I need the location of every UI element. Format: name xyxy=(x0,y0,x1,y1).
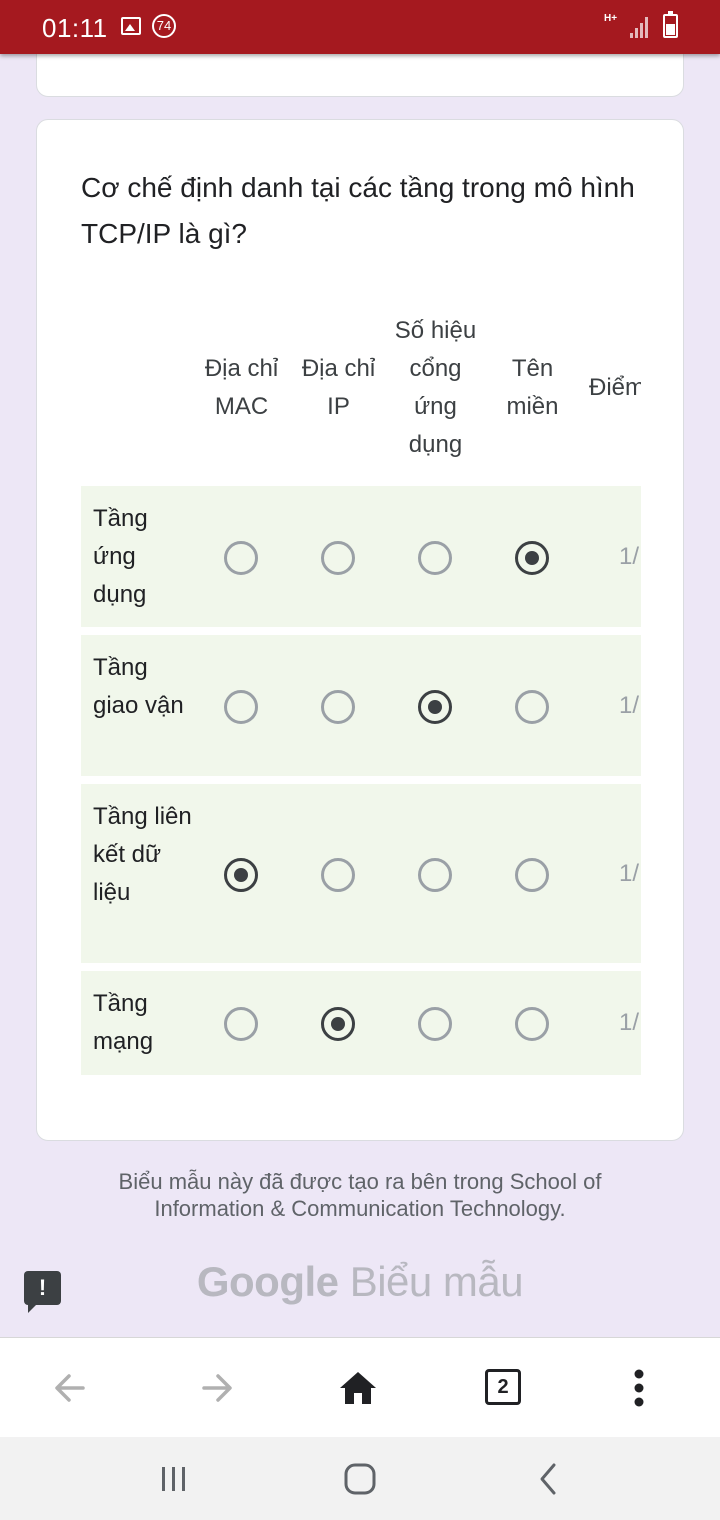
tab-count-button[interactable]: 2 xyxy=(485,1369,521,1405)
signal-strength-icon xyxy=(630,16,652,38)
column-header-ip: Địa chỉ IP xyxy=(301,355,376,420)
radio-application-domain[interactable] xyxy=(515,541,549,575)
radio-transport-port[interactable] xyxy=(418,690,452,724)
radio-application-mac[interactable] xyxy=(224,541,258,575)
grid-row-network: Tầng mạng 1/ xyxy=(81,971,641,1075)
radio-data-link-ip[interactable] xyxy=(321,858,355,892)
row-score: 1/ xyxy=(619,860,640,887)
grid-row-data-link: Tầng liên kết dữ liệu 1/ xyxy=(81,784,641,963)
radio-network-mac[interactable] xyxy=(224,1007,258,1041)
grid-question: Địa chỉ MAC Địa chỉ IP Số hiệu cổng ứng … xyxy=(81,290,641,1080)
column-header-domain: Tên miền xyxy=(506,355,559,420)
google-forms-logo[interactable]: Google Biểu mẫu xyxy=(0,1258,720,1306)
radio-transport-ip[interactable] xyxy=(321,690,355,724)
column-header-mac: Địa chỉ MAC xyxy=(204,355,279,420)
radio-data-link-port[interactable] xyxy=(418,858,452,892)
row-label: Tầng giao vận xyxy=(93,654,184,719)
form-footer-note: Biểu mẫu này đã được tạo ra bên trong Sc… xyxy=(118,1169,602,1221)
more-options-icon[interactable] xyxy=(614,1363,664,1413)
row-label: Tầng mạng xyxy=(93,990,154,1055)
row-score: 1/ xyxy=(619,692,640,719)
radio-network-ip[interactable] xyxy=(321,1007,355,1041)
row-score: 1/ xyxy=(619,1009,640,1036)
grid-row-application: Tầng ứng dụng 1/ xyxy=(81,486,641,627)
home-icon[interactable] xyxy=(333,1363,383,1413)
column-header-score: Điểm xyxy=(589,374,641,401)
forward-arrow-icon[interactable] xyxy=(192,1363,242,1413)
radio-transport-domain[interactable] xyxy=(515,690,549,724)
grid-row-transport: Tầng giao vận 1/ xyxy=(81,635,641,776)
status-time: 01:11 xyxy=(42,13,108,43)
system-nav-bar xyxy=(0,1437,720,1520)
question-title: Cơ chế định danh tại các tầng trong mô h… xyxy=(81,172,635,249)
system-back-icon[interactable] xyxy=(524,1457,572,1501)
radio-data-link-domain[interactable] xyxy=(515,858,549,892)
column-header-port: Số hiệu cổng ứng dụng xyxy=(394,317,477,458)
row-label: Tầng liên kết dữ liệu xyxy=(93,803,192,906)
battery-icon xyxy=(663,11,678,38)
gallery-notification-icon xyxy=(121,17,141,35)
recent-apps-icon[interactable] xyxy=(150,1459,198,1499)
question-card: Cơ chế định danh tại các tầng trong mô h… xyxy=(36,119,684,1141)
back-arrow-icon[interactable] xyxy=(45,1363,95,1413)
radio-application-port[interactable] xyxy=(418,541,452,575)
radio-transport-mac[interactable] xyxy=(224,690,258,724)
radio-application-ip[interactable] xyxy=(321,541,355,575)
status-bar: 01:11 74 H+ xyxy=(0,0,720,54)
radio-data-link-mac[interactable] xyxy=(224,858,258,892)
radio-network-domain[interactable] xyxy=(515,1007,549,1041)
radio-network-port[interactable] xyxy=(418,1007,452,1041)
browser-nav-bar: 2 xyxy=(0,1337,720,1438)
notification-count-badge: 74 xyxy=(152,14,176,38)
network-type-label: H+ xyxy=(604,13,618,24)
home-system-icon[interactable] xyxy=(336,1457,384,1501)
row-score: 1/ xyxy=(619,543,640,570)
row-label: Tầng ứng dụng xyxy=(93,505,148,608)
